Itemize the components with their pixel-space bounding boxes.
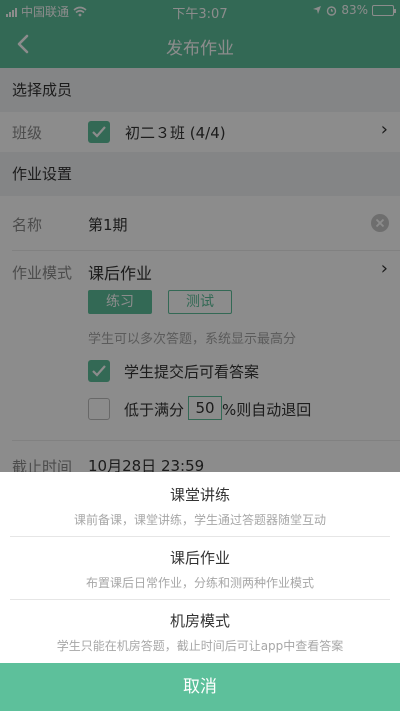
cancel-button[interactable]: 取消 [0, 663, 400, 711]
sheet-option-lab[interactable]: 机房模式 学生只能在机房答题，截止时间后可让app中查看答案 [0, 610, 400, 654]
divider [10, 536, 390, 537]
divider [10, 599, 390, 600]
sheet-option-classroom[interactable]: 课堂讲练 课前备课，课堂讲练，学生通过答题器随堂互动 [0, 484, 400, 528]
option-title: 课后作业 [169, 549, 230, 567]
option-desc: 学生只能在机房答题，截止时间后可让app中查看答案 [56, 639, 344, 653]
sheet-option-homework[interactable]: 课后作业 布置课后日常作业，分练和测两种作业模式 [0, 547, 400, 591]
option-title: 课堂讲练 [169, 486, 230, 504]
option-desc: 课前备课，课堂讲练，学生通过答题器随堂互动 [73, 513, 326, 527]
option-title: 机房模式 [169, 612, 230, 630]
mode-action-sheet: 课堂讲练 课前备课，课堂讲练，学生通过答题器随堂互动 课后作业 布置课后日常作业… [0, 472, 400, 711]
option-desc: 布置课后日常作业，分练和测两种作业模式 [85, 576, 314, 590]
